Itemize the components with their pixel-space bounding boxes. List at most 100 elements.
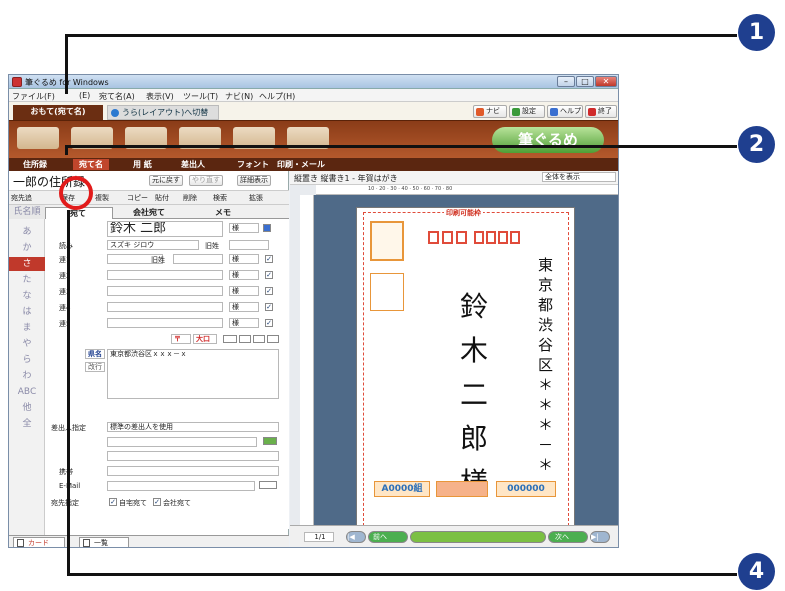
extend-button[interactable]: 拡張 bbox=[249, 193, 263, 203]
joint-check-1[interactable]: ✓ bbox=[265, 255, 273, 263]
last-page-button[interactable]: ▶| bbox=[590, 531, 610, 543]
kana-ka[interactable]: か bbox=[9, 241, 45, 255]
dest-company-check[interactable]: ✓ bbox=[153, 498, 161, 506]
joint-old-1[interactable] bbox=[173, 254, 223, 264]
joint-honorific-2[interactable]: 様 bbox=[229, 270, 259, 280]
postal-code-button[interactable]: 〒 bbox=[171, 334, 191, 344]
delete-button[interactable]: 削除 bbox=[183, 193, 197, 203]
kana-ra[interactable]: ら bbox=[9, 353, 45, 367]
tab-front[interactable]: おもて(宛て名) bbox=[13, 105, 103, 120]
kana-all[interactable]: 全 bbox=[9, 417, 45, 431]
tab-memo[interactable]: メモ bbox=[215, 207, 231, 218]
copy-button[interactable]: コピー bbox=[127, 193, 148, 203]
old-surname-field[interactable] bbox=[229, 240, 269, 250]
list-view-tab[interactable]: 一覧 bbox=[79, 537, 129, 547]
contact-icon[interactable] bbox=[263, 224, 271, 232]
callout-leader-2 bbox=[65, 145, 68, 155]
fax-field[interactable] bbox=[107, 451, 279, 461]
name-field[interactable]: 鈴木 二郎 bbox=[107, 221, 223, 237]
joint-name-4[interactable] bbox=[107, 302, 223, 312]
app-icon bbox=[12, 77, 22, 87]
phone-icon[interactable] bbox=[263, 437, 277, 445]
joint-check-2[interactable]: ✓ bbox=[265, 271, 273, 279]
maximize-button[interactable]: □ bbox=[576, 76, 594, 87]
menu-navi[interactable]: ナビ(N) bbox=[225, 91, 253, 102]
nav-sender[interactable]: 差出人 bbox=[181, 159, 205, 170]
layout-label: 縦置き 縦書き1 - 年賀はがき bbox=[294, 174, 398, 183]
joint-honorific-1[interactable]: 様 bbox=[229, 254, 259, 264]
menu-file[interactable]: ファイル(F) bbox=[12, 91, 55, 102]
nav-paper[interactable]: 用 紙 bbox=[133, 159, 152, 170]
menu-tools[interactable]: ツール(T) bbox=[183, 91, 218, 102]
fine-print bbox=[378, 471, 574, 477]
tab-back[interactable]: うら(レイアウト)へ切替 bbox=[107, 105, 219, 120]
undo-button[interactable]: 元に戻す bbox=[149, 175, 183, 186]
kana-index: 氏名順 あ か さ た な は ま や ら わ ABC 他 全 bbox=[9, 205, 45, 535]
dest-home-check[interactable]: ✓ bbox=[109, 498, 117, 506]
sender-select[interactable]: 標準の差出人を使用 bbox=[107, 422, 279, 432]
address-field[interactable]: 東京都渋谷区ｘｘｘ－ｘ bbox=[107, 349, 279, 399]
tab-company[interactable]: 会社宛て bbox=[133, 207, 165, 218]
history-icon[interactable] bbox=[239, 335, 251, 343]
kana-na[interactable]: な bbox=[9, 289, 45, 303]
kana-a[interactable]: あ bbox=[9, 225, 45, 239]
kana-abc[interactable]: ABC bbox=[9, 385, 45, 399]
prev-page-button[interactable]: 前へ bbox=[368, 531, 408, 543]
minimize-button[interactable]: – bbox=[557, 76, 575, 87]
joint-check-4[interactable]: ✓ bbox=[265, 303, 273, 311]
prefecture-button[interactable]: 県名 bbox=[85, 349, 105, 359]
reading-field[interactable]: スズキ ジロウ bbox=[107, 240, 199, 250]
joint-name-5[interactable] bbox=[107, 318, 223, 328]
page-slider[interactable] bbox=[410, 531, 546, 543]
joint-check-3[interactable]: ✓ bbox=[265, 287, 273, 295]
add-address-button[interactable]: 宛先追 bbox=[11, 193, 32, 203]
detail-view-button[interactable]: 詳細表示 bbox=[237, 175, 271, 186]
menu-address[interactable]: 宛て名(A) bbox=[99, 91, 135, 102]
joint-honorific-4[interactable]: 様 bbox=[229, 302, 259, 312]
menu-edit[interactable]: (E) bbox=[79, 91, 90, 100]
card-view-tab[interactable]: カード bbox=[13, 537, 65, 547]
redo-button[interactable]: やり直す bbox=[189, 175, 223, 186]
bulk-postal-button[interactable]: 大口 bbox=[193, 334, 217, 344]
mobile-field[interactable] bbox=[107, 466, 279, 476]
duplicate-button[interactable]: 複製 bbox=[95, 193, 109, 203]
nav-font[interactable]: フォント bbox=[237, 159, 269, 170]
joint-honorific-3[interactable]: 様 bbox=[229, 286, 259, 296]
first-page-button[interactable]: |◀ bbox=[346, 531, 366, 543]
kana-ha[interactable]: は bbox=[9, 305, 45, 319]
settings-button[interactable]: 設定 bbox=[509, 105, 545, 118]
navi-button[interactable]: ナビ bbox=[473, 105, 507, 118]
joint-check-5[interactable]: ✓ bbox=[265, 319, 273, 327]
nav-print-mail[interactable]: 印刷・メール bbox=[277, 159, 325, 170]
honorific-select[interactable]: 様 bbox=[229, 223, 259, 233]
address-book-icon[interactable] bbox=[17, 127, 59, 149]
kana-ta[interactable]: た bbox=[9, 273, 45, 287]
exit-button[interactable]: 終了 bbox=[585, 105, 617, 118]
nav-addressee[interactable]: 宛て名 bbox=[73, 159, 109, 170]
paste-button[interactable]: 貼付 bbox=[155, 193, 169, 203]
newline-button[interactable]: 改行 bbox=[85, 362, 105, 372]
joint-honorific-5[interactable]: 様 bbox=[229, 318, 259, 328]
sort-selector[interactable]: 氏名順 bbox=[9, 205, 45, 219]
phone-field[interactable] bbox=[107, 437, 257, 447]
search-button[interactable]: 検索 bbox=[213, 193, 227, 203]
kana-wa[interactable]: わ bbox=[9, 369, 45, 383]
mail-icon[interactable] bbox=[259, 481, 277, 489]
menu-help[interactable]: ヘルプ(H) bbox=[259, 91, 295, 102]
next-page-button[interactable]: 次へ bbox=[548, 531, 588, 543]
help-button[interactable]: ヘルプ bbox=[547, 105, 583, 118]
joint-name-2[interactable] bbox=[107, 270, 223, 280]
kana-sa[interactable]: さ bbox=[9, 257, 45, 271]
email-field[interactable] bbox=[107, 481, 255, 491]
nav-address-book[interactable]: 住所録 bbox=[23, 159, 47, 170]
close-button[interactable]: ✕ bbox=[595, 76, 617, 87]
kana-ya[interactable]: や bbox=[9, 337, 45, 351]
kana-ma[interactable]: ま bbox=[9, 321, 45, 335]
address-icon[interactable] bbox=[223, 335, 237, 343]
menu-view[interactable]: 表示(V) bbox=[146, 91, 174, 102]
zoom-select[interactable]: 全体を表示 bbox=[542, 172, 616, 182]
map-icon[interactable] bbox=[253, 335, 265, 343]
kana-other[interactable]: 他 bbox=[9, 401, 45, 415]
joint-name-3[interactable] bbox=[107, 286, 223, 296]
edit-icon[interactable] bbox=[267, 335, 279, 343]
